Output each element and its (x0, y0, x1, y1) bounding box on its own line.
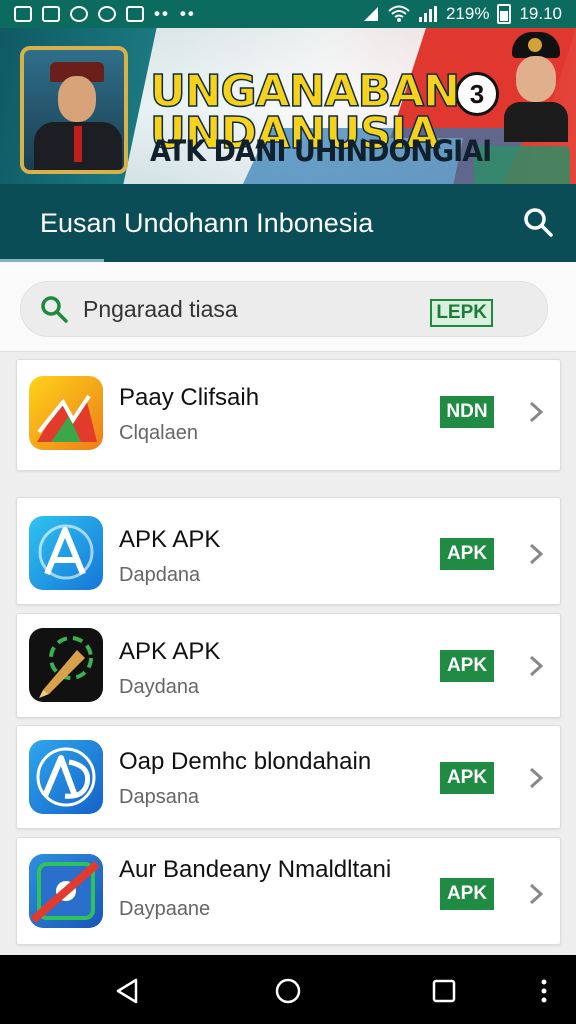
portrait-right-image (500, 32, 570, 142)
app-icon-blue-red (29, 854, 103, 928)
menu-dots-icon[interactable] (530, 977, 558, 1005)
recents-icon[interactable] (430, 977, 458, 1005)
letter-ad-icon (36, 747, 96, 807)
pen-icon (39, 636, 93, 698)
portrait-right-face (516, 56, 556, 102)
chevron-right-icon[interactable] (527, 882, 545, 906)
app-subtitle: Dapsana (119, 786, 200, 808)
app-icon-blue (29, 516, 103, 590)
status-left-icons: •• •• (14, 4, 196, 24)
apk-badge[interactable]: APK (440, 878, 494, 910)
search-area: LEPK (0, 262, 576, 352)
search-input[interactable] (83, 295, 413, 323)
back-icon[interactable] (114, 977, 142, 1005)
more-notifications-dots-2: •• (179, 4, 196, 23)
banner-number-badge: 3 (455, 72, 499, 116)
more-notifications-dots: •• (154, 4, 170, 23)
list-item[interactable]: Aur Bandeany Nmaldltani Daypaane APK (16, 837, 561, 945)
app-name: Aur Bandeany Nmaldltani (119, 856, 392, 883)
app-name: APK APK (119, 526, 221, 553)
cap-badge-icon (528, 38, 542, 52)
chevron-right-icon[interactable] (527, 542, 545, 566)
system-nav-bar (0, 955, 576, 1024)
apk-badge[interactable]: APK (440, 650, 494, 682)
status-right-icons: 219% 19.10 (362, 4, 562, 24)
list-item[interactable]: Paay Clifsaih Clqalaen NDN (16, 359, 561, 471)
app-subtitle: Dapdana (119, 564, 201, 586)
app-subtitle: Daypaane (119, 898, 211, 920)
search-icon[interactable] (522, 206, 554, 238)
app-icon-dark (29, 628, 103, 702)
chevron-right-icon[interactable] (527, 766, 545, 790)
circle-app-icon (70, 6, 88, 22)
app-icon-multicolor (29, 376, 103, 450)
cell-signal-icon (418, 6, 437, 22)
battery-percent: 219% (445, 4, 490, 23)
blocked-app-icon (30, 860, 100, 924)
app-subtitle: Daydana (119, 676, 200, 698)
apk-badge[interactable]: NDN (440, 396, 494, 428)
app-name: Oap Demhc blondahain (119, 748, 372, 775)
clock: 19.10 (519, 4, 562, 23)
search-bar[interactable]: LEPK (20, 281, 548, 337)
notification-icon (126, 6, 144, 22)
app-bar: Eusan Undohann Inbonesia (0, 184, 576, 262)
wifi-icon (388, 5, 410, 22)
portrait-left-image (20, 46, 128, 174)
portrait-right-body (504, 102, 568, 142)
chevron-right-icon[interactable] (527, 400, 545, 424)
letter-a-icon (38, 524, 94, 580)
portrait-face (58, 76, 96, 122)
app-name: APK APK (119, 638, 221, 665)
app-icon-blue-2 (29, 740, 103, 814)
search-field-icon (41, 296, 68, 323)
battery-icon (497, 4, 512, 24)
apk-badge[interactable]: APK (440, 538, 494, 570)
chevron-right-icon[interactable] (527, 654, 545, 678)
list-item[interactable]: APK APK Dapdana APK (16, 497, 561, 605)
app-name: Paay Clifsaih (119, 384, 260, 411)
list-item[interactable]: Oap Demhc blondahain Dapsana APK (16, 725, 561, 829)
search-tag-badge[interactable]: LEPK (430, 299, 493, 327)
list-item[interactable]: APK APK Daydana APK (16, 613, 561, 718)
app-subtitle: Clqalaen (119, 422, 198, 444)
portrait-tie (74, 126, 82, 162)
chart-arrow-icon (37, 394, 97, 442)
banner-subtitle: ATK DANI UHINDONGIAI (150, 134, 492, 169)
status-bar: •• •• 219% 19.10 (0, 0, 576, 28)
page-title: Eusan Undohann Inbonesia (40, 207, 374, 238)
signal-icon (363, 7, 378, 21)
gallery-icon (42, 6, 60, 22)
location-icon (98, 6, 116, 22)
apk-badge[interactable]: APK (440, 762, 494, 794)
home-icon[interactable] (274, 977, 302, 1005)
image-icon (14, 6, 32, 22)
